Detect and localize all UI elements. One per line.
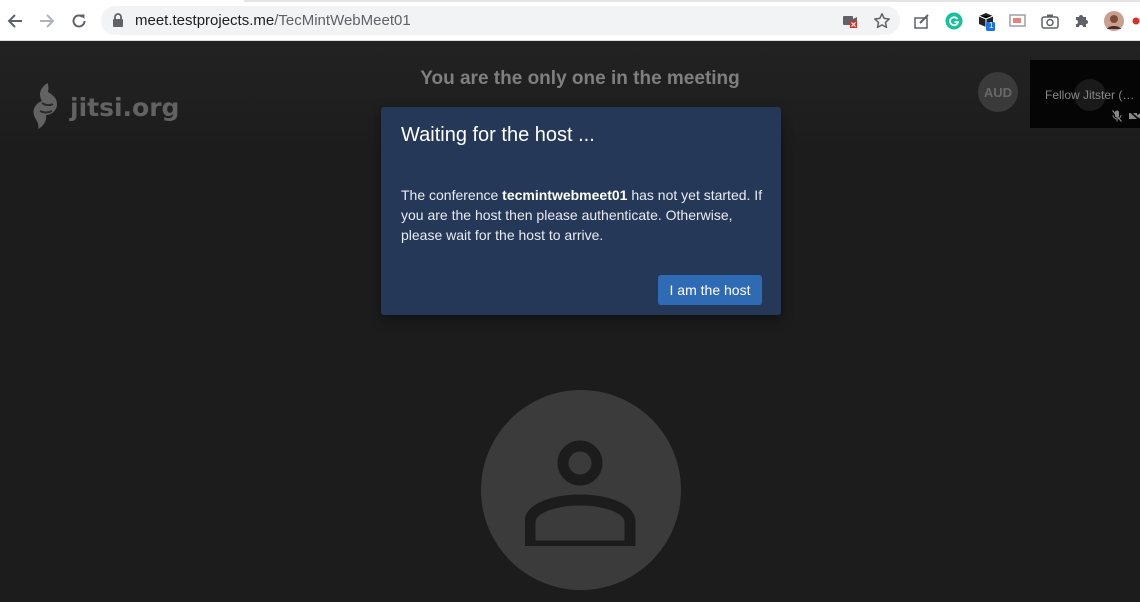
extension-edit-icon[interactable] bbox=[912, 11, 932, 31]
puzzle-icon[interactable] bbox=[1072, 11, 1092, 31]
arrow-right-icon bbox=[40, 14, 55, 28]
browser-toolbar: meet.testprojects.me/TecMintWebMeet01 1 bbox=[0, 0, 1140, 41]
i-am-the-host-button[interactable]: I am the host bbox=[658, 275, 762, 305]
grammarly-icon[interactable] bbox=[944, 11, 964, 31]
dialog-message-prefix: The conference bbox=[401, 187, 503, 203]
dialog-message: The conference tecmintwebmeet01 has not … bbox=[401, 185, 766, 245]
meeting-status-text: You are the only one in the meeting bbox=[420, 68, 740, 89]
jitsi-logo-text: jitsi.org bbox=[70, 92, 180, 122]
reload-icon bbox=[72, 14, 86, 28]
extension-badge: 1 bbox=[989, 21, 994, 30]
overflow-red-icon[interactable] bbox=[1132, 11, 1140, 31]
address-bar[interactable]: meet.testprojects.me/TecMintWebMeet01 bbox=[101, 6, 900, 35]
large-avatar bbox=[481, 390, 681, 590]
screenshot-camera-icon[interactable] bbox=[1040, 11, 1060, 31]
camera-muted-icon bbox=[1128, 110, 1140, 122]
avatar-initials: AUD bbox=[983, 84, 1013, 100]
avatar[interactable]: AUD bbox=[978, 72, 1018, 112]
star-icon[interactable] bbox=[873, 12, 891, 30]
profile-avatar[interactable] bbox=[1104, 11, 1124, 31]
forward-button[interactable] bbox=[34, 8, 60, 34]
lock-icon[interactable] bbox=[112, 13, 124, 27]
participant-thumbnail[interactable]: Fellow Jitster (… bbox=[1030, 60, 1140, 128]
dialog-title: Waiting for the host ... bbox=[401, 124, 595, 146]
participant-name: Fellow Jitster (… bbox=[1045, 88, 1135, 102]
user-icon bbox=[525, 440, 636, 546]
camera-blocked-icon[interactable] bbox=[842, 14, 858, 28]
conference-name: tecmintwebmeet01 bbox=[502, 187, 628, 203]
back-button[interactable] bbox=[2, 8, 28, 34]
cast-icon[interactable] bbox=[1008, 11, 1028, 31]
extension-box-icon[interactable]: 1 bbox=[976, 11, 996, 31]
url-text[interactable]: meet.testprojects.me/TecMintWebMeet01 bbox=[135, 12, 411, 29]
url-host: meet.testprojects.me bbox=[135, 12, 275, 29]
url-path: /TecMintWebMeet01 bbox=[274, 12, 411, 29]
tab-strip-edge bbox=[244, 0, 1140, 2]
waiting-host-dialog: Waiting for the host ... The conference … bbox=[381, 107, 781, 315]
meeting-stage: jitsi.org You are the only one in the me… bbox=[0, 41, 1140, 602]
mic-muted-icon bbox=[1112, 110, 1122, 122]
arrow-left-icon bbox=[7, 14, 22, 28]
reload-button[interactable] bbox=[66, 8, 92, 34]
